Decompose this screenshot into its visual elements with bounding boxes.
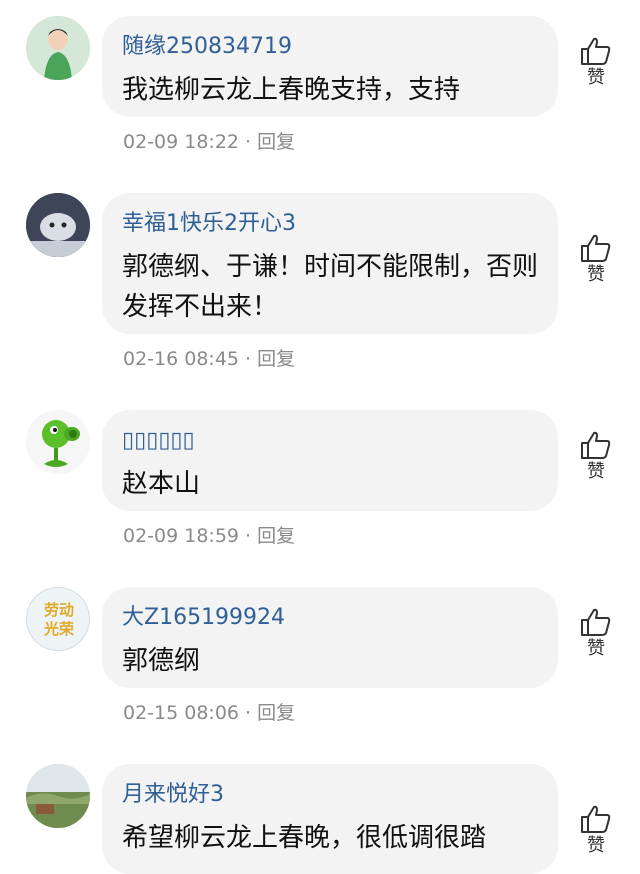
thumbs-up-icon <box>581 37 611 65</box>
reply-button[interactable]: 回复 <box>257 131 295 153</box>
comment-text: 希望柳云龙上春晚，很低调很踏 <box>122 823 487 853</box>
reply-button[interactable]: 回复 <box>257 525 295 547</box>
comment-username[interactable]: 随缘250834719 <box>122 34 538 60</box>
thumbs-up-icon <box>581 234 611 262</box>
user-avatar[interactable] <box>26 764 90 828</box>
separator-dot: · <box>245 348 252 370</box>
landscape-avatar-icon <box>26 764 90 828</box>
like-label: 赞 <box>587 461 605 482</box>
user-avatar[interactable]: 劳动光荣 <box>26 587 90 651</box>
comment-meta: 02-15 08:06 · 回复 <box>123 698 295 725</box>
comment-text: 郭德纲、于谦！时间不能限制，否则发挥不出来！ <box>122 252 539 322</box>
comment-text: 我选柳云龙上春晚支持，支持 <box>122 75 461 105</box>
like-button[interactable]: 赞 <box>572 804 620 856</box>
user-avatar[interactable] <box>26 16 90 80</box>
reply-button[interactable]: 回复 <box>257 348 295 370</box>
like-label: 赞 <box>587 835 605 856</box>
animal-photo-avatar-icon <box>26 193 90 257</box>
comment-text: 郭德纲 <box>122 646 201 676</box>
comment-time: 02-09 18:22 <box>123 131 240 153</box>
like-button[interactable]: 赞 <box>572 607 620 659</box>
user-avatar[interactable] <box>26 193 90 257</box>
separator-dot: · <box>245 131 252 153</box>
comment-time: 02-15 08:06 <box>123 702 240 724</box>
comment-meta: 02-09 18:22 · 回复 <box>123 127 295 154</box>
reply-button[interactable]: 回复 <box>257 702 295 724</box>
avatar-text: 劳动光荣 <box>43 601 74 638</box>
comment-time: 02-16 08:45 <box>123 348 240 370</box>
comment-meta: 02-09 18:59 · 回复 <box>123 521 295 548</box>
comment-bubble[interactable]: 随缘250834719 我选柳云龙上春晚支持，支持 <box>102 16 558 117</box>
comment-username[interactable]: ▯▯▯▯▯▯ <box>122 428 538 454</box>
comment-meta: 02-16 08:45 · 回复 <box>123 344 295 371</box>
comment-bubble[interactable]: 月来悦好3 希望柳云龙上春晚，很低调很踏 <box>102 764 558 874</box>
like-button[interactable]: 赞 <box>572 233 620 285</box>
thumbs-up-icon <box>581 608 611 636</box>
comment-username[interactable]: 幸福1快乐2开心3 <box>122 211 538 237</box>
comment-text: 赵本山 <box>122 469 201 499</box>
like-label: 赞 <box>587 638 605 659</box>
like-button[interactable]: 赞 <box>572 430 620 482</box>
like-label: 赞 <box>587 264 605 285</box>
comment-bubble[interactable]: ▯▯▯▯▯▯ 赵本山 <box>102 410 558 511</box>
thumbs-up-icon <box>581 805 611 833</box>
comment-username[interactable]: 月来悦好3 <box>122 782 538 808</box>
peashooter-avatar-icon <box>26 410 90 474</box>
separator-dot: · <box>245 525 252 547</box>
separator-dot: · <box>245 702 252 724</box>
girl-green-avatar-icon <box>26 16 90 80</box>
comment-bubble[interactable]: 大Z165199924 郭德纲 <box>102 587 558 688</box>
comment-username[interactable]: 大Z165199924 <box>122 605 538 631</box>
comment-time: 02-09 18:59 <box>123 525 240 547</box>
like-button[interactable]: 赞 <box>572 36 620 88</box>
like-label: 赞 <box>587 67 605 88</box>
labor-glory-avatar-icon: 劳动光荣 <box>27 588 89 650</box>
comment-bubble[interactable]: 幸福1快乐2开心3 郭德纲、于谦！时间不能限制，否则发挥不出来！ <box>102 193 558 334</box>
user-avatar[interactable] <box>26 410 90 474</box>
thumbs-up-icon <box>581 431 611 459</box>
